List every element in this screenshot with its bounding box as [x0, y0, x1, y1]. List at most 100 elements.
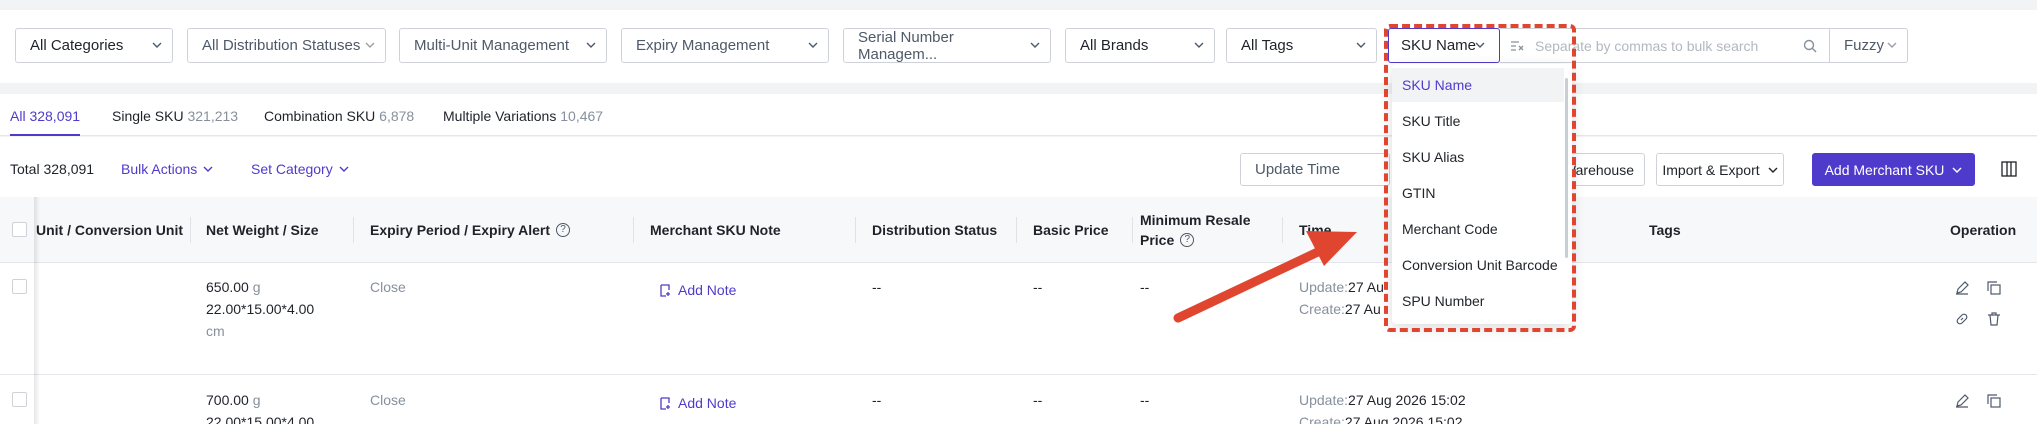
action-bar: Total 328,091 Bulk Actions Set Category …	[0, 137, 2037, 197]
copy-icon[interactable]	[1987, 281, 2001, 295]
add-note-button[interactable]: Add Note	[660, 279, 736, 301]
search-field-select[interactable]: SKU Name	[1388, 28, 1500, 63]
update-value: 27 Au	[1348, 279, 1384, 295]
note-icon	[660, 396, 670, 410]
search-input[interactable]: Separate by commas to bulk search	[1500, 28, 1830, 63]
help-icon[interactable]: ?	[556, 223, 570, 237]
set-category-button[interactable]: Set Category	[251, 161, 349, 177]
col-expiry: Expiry Period / Expiry Alert?	[370, 197, 634, 263]
copy-icon[interactable]	[1987, 394, 2001, 408]
set-category-label: Set Category	[251, 161, 333, 177]
weight-value: 650.00	[206, 279, 249, 295]
distribution-value: --	[872, 392, 882, 408]
row-checkbox[interactable]	[12, 279, 27, 294]
match-mode-value: Fuzzy	[1844, 37, 1885, 54]
col-label: Operation	[1950, 222, 2017, 238]
chevron-down-icon	[339, 166, 349, 172]
tab-single-sku[interactable]: Single SKU 321,213	[112, 108, 238, 124]
category-select[interactable]: All Categories	[15, 28, 173, 63]
table-body: 650.00 g 22.00*15.00*4.00 cm Close Add N…	[0, 263, 2037, 424]
multi-unit-select[interactable]: Multi-Unit Management	[399, 28, 607, 63]
tab-count: 328,091	[29, 108, 81, 124]
filter-bar: All Categories All Distribution Statuses…	[0, 10, 2037, 83]
create-label: Create:	[1299, 414, 1345, 424]
import-export-button[interactable]: Import & Export	[1656, 153, 1784, 186]
help-icon[interactable]: ?	[1180, 233, 1195, 247]
distribution-status-value: All Distribution Statuses	[202, 37, 361, 54]
time-cell: Update:27 Aug 2026 15:02 Create:27 Aug 2…	[1299, 389, 1466, 424]
dropdown-option-sku-name[interactable]: SKU Name	[1392, 68, 1564, 102]
dropdown-scrollbar[interactable]	[1565, 78, 1568, 258]
dropdown-option-gtin[interactable]: GTIN	[1392, 176, 1564, 210]
match-mode-select[interactable]: Fuzzy	[1830, 28, 1908, 63]
add-note-label: Add Note	[678, 282, 737, 298]
basic-price-value: --	[1033, 392, 1043, 408]
active-tab-indicator	[10, 134, 80, 136]
col-label: Distribution Status	[872, 222, 998, 238]
time-cell: Update:27 Au Create:27 Au	[1299, 276, 1384, 320]
update-value: 27 Aug 2026 15:02	[1348, 392, 1466, 408]
edit-icon[interactable]	[1955, 394, 1969, 408]
col-time: Time	[1299, 197, 1379, 263]
edit-icon[interactable]	[1955, 281, 1969, 295]
row-checkbox[interactable]	[12, 392, 27, 407]
col-merchant-note: Merchant SKU Note	[650, 197, 856, 263]
create-value: 27 Aug 2026 15:02	[1344, 414, 1463, 424]
tab-label: Combination SKU	[264, 108, 376, 124]
col-label: Price	[1140, 232, 1175, 248]
col-label: Unit / Conversion Unit	[36, 222, 183, 238]
tab-count: 321,213	[187, 108, 239, 124]
expiry-select[interactable]: Expiry Management	[621, 28, 829, 63]
table-row: 700.00 g 22.00*15.00*4.00 Close Add Note…	[0, 376, 2037, 424]
bulk-actions-button[interactable]: Bulk Actions	[121, 161, 213, 177]
chevron-up-icon	[1475, 42, 1485, 48]
search-icon[interactable]	[1803, 39, 1817, 53]
chevron-down-icon	[203, 166, 213, 172]
add-note-label: Add Note	[678, 395, 737, 411]
dropdown-option-spu-number[interactable]: SPU Number	[1392, 284, 1564, 318]
col-tags: Tags	[1649, 197, 1749, 263]
tab-all[interactable]: All 328,091	[10, 108, 80, 124]
update-label: Update:	[1299, 279, 1349, 295]
col-min-resale-price: Minimum Resale Price?	[1140, 197, 1283, 263]
add-merchant-sku-button[interactable]: Add Merchant SKU	[1812, 153, 1975, 186]
col-label: Net Weight / Size	[206, 222, 319, 238]
tag-select[interactable]: All Tags	[1226, 28, 1377, 63]
dropdown-option-merchant-code[interactable]: Merchant Code	[1392, 212, 1564, 246]
multi-unit-value: Multi-Unit Management	[414, 37, 570, 54]
warehouse-label: Warehouse	[1562, 161, 1634, 178]
col-label: Time	[1299, 222, 1332, 238]
chevron-down-icon	[152, 42, 162, 48]
col-basic-price: Basic Price	[1033, 197, 1133, 263]
col-label: Expiry Period / Expiry Alert	[370, 222, 550, 238]
distribution-value: --	[872, 279, 882, 295]
brand-value: All Brands	[1080, 37, 1149, 54]
tab-count: 6,878	[379, 108, 415, 124]
delete-icon[interactable]	[1987, 312, 2001, 326]
col-label: Basic Price	[1033, 222, 1109, 238]
tab-count: 10,467	[560, 108, 604, 124]
link-icon[interactable]	[1955, 312, 1969, 326]
col-unit: Unit / Conversion Unit	[36, 197, 191, 263]
dropdown-option-conversion-unit-barcode[interactable]: Conversion Unit Barcode	[1392, 248, 1564, 282]
dropdown-option-sku-title[interactable]: SKU Title	[1392, 104, 1564, 138]
add-note-button[interactable]: Add Note	[660, 392, 736, 414]
column-settings-icon[interactable]	[2001, 161, 2017, 177]
sort-select[interactable]: Update Time	[1240, 153, 1390, 186]
brand-select[interactable]: All Brands	[1065, 28, 1215, 63]
update-label: Update:	[1299, 392, 1349, 408]
tab-combination-sku[interactable]: Combination SKU 6,878	[264, 108, 414, 124]
col-net-weight: Net Weight / Size	[206, 197, 354, 263]
dropdown-option-sku-alias[interactable]: SKU Alias	[1392, 140, 1564, 174]
total-count: Total 328,091	[10, 161, 95, 177]
tab-multiple-variations[interactable]: Multiple Variations 10,467	[443, 108, 603, 124]
distribution-status-select[interactable]: All Distribution Statuses	[187, 28, 386, 63]
select-all-checkbox[interactable]	[12, 222, 27, 237]
col-operation: Operation	[1950, 197, 2030, 263]
min-price-value: --	[1140, 279, 1150, 295]
serial-select[interactable]: Serial Number Managem...	[843, 28, 1051, 63]
tab-label: Single SKU	[112, 108, 184, 124]
size-value: 22.00*15.00*4.00	[206, 301, 315, 317]
search-field-value: SKU Name	[1401, 37, 1477, 54]
serial-value: Serial Number Managem...	[858, 28, 954, 63]
